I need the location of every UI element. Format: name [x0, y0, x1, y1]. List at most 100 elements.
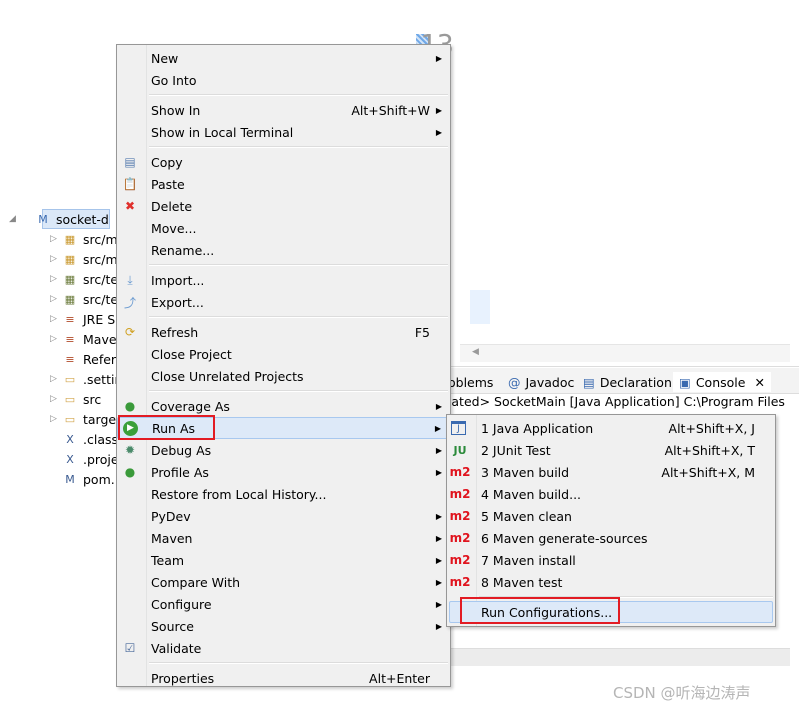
panel-status-bar [440, 648, 790, 666]
menu-item-team[interactable]: Team ▶ [117, 549, 450, 571]
submenu-item-7-maven-install[interactable]: m2 7 Maven install [447, 549, 775, 571]
scroll-left-icon[interactable]: ◀ [472, 347, 479, 357]
menu-item-refresh[interactable]: ⟳ Refresh F5 [117, 321, 450, 343]
tree-item-label: .proje [83, 451, 119, 467]
menu-item-configure[interactable]: Configure ▶ [117, 593, 450, 615]
menu-item-label: New [151, 50, 179, 66]
console-icon: ▣ [679, 374, 691, 390]
menu-item-validate[interactable]: ☑ Validate [117, 637, 450, 659]
menu-item-label: PyDev [151, 508, 191, 524]
package-folder-icon: ▦ [64, 252, 76, 266]
xml-file-icon: X [66, 452, 74, 466]
menu-item-label: Export... [151, 294, 204, 310]
tab-console[interactable]: ▣ Console ✕ [673, 372, 771, 392]
menu-item-label: Profile As [151, 464, 209, 480]
menu-item-label: Configure [151, 596, 212, 612]
m2-icon: m2 [449, 487, 471, 501]
menu-item-show-in[interactable]: Show In Alt+Shift+W ▶ [117, 99, 450, 121]
expand-arrow-icon[interactable]: ▷ [50, 234, 62, 244]
tab-oblems[interactable]: oblems [448, 372, 493, 392]
expand-arrow-icon[interactable]: ▷ [50, 274, 62, 284]
menu-item-rename[interactable]: Rename... [117, 239, 450, 261]
tree-item[interactable]: ≡ Refer [50, 349, 116, 369]
editor-scrollbar[interactable]: ◀ [460, 344, 790, 362]
expand-arrow-icon[interactable]: ▷ [50, 254, 62, 264]
tree-item[interactable]: Mpom. [50, 469, 114, 489]
menu-item-coverage-as[interactable]: ● Coverage As ▶ [117, 395, 450, 417]
tree-item[interactable]: X .proje [50, 449, 119, 469]
submenu-item-6-maven-generate-sources[interactable]: m2 6 Maven generate-sources [447, 527, 775, 549]
menu-separator [117, 91, 450, 99]
tree-item[interactable]: ▷ ▦ src/te [50, 289, 118, 309]
current-line-highlight [470, 290, 490, 324]
test-package-folder-icon: ▦ [64, 272, 76, 286]
menu-item-profile-as[interactable]: ● Profile As ▶ [117, 461, 450, 483]
menu-item-shortcut: Alt+Shift+X, T [664, 442, 755, 458]
submenu-arrow-icon: ▶ [435, 555, 442, 565]
submenu-item-8-maven-test[interactable]: m2 8 Maven test [447, 571, 775, 593]
menu-item-compare-with[interactable]: Compare With ▶ [117, 571, 450, 593]
menu-item-paste[interactable]: 📋 Paste [117, 173, 450, 195]
submenu-item-4-maven-build[interactable]: m2 4 Maven build... [447, 483, 775, 505]
menu-item-debug-as[interactable]: ✹ Debug As ▶ [117, 439, 450, 461]
expand-arrow-icon[interactable]: ◢ [9, 214, 35, 224]
tree-item[interactable]: ▷ ▦ src/m [50, 229, 118, 249]
menu-item-show-in-local-terminal[interactable]: Show in Local Terminal ▶ [117, 121, 450, 143]
menu-item-label: 3 Maven build [481, 464, 570, 480]
menu-item-label: Show in Local Terminal [151, 124, 294, 140]
submenu-item-5-maven-clean[interactable]: m2 5 Maven clean [447, 505, 775, 527]
tree-item[interactable]: ▷ ▭ src [50, 389, 101, 409]
expand-arrow-icon[interactable]: ▷ [50, 334, 62, 344]
menu-item-export[interactable]: ⤴ Export... [117, 291, 450, 313]
menu-item-shortcut: Alt+Enter [369, 670, 430, 686]
close-icon[interactable]: ✕ [754, 375, 764, 390]
expand-arrow-icon[interactable]: ▷ [50, 394, 62, 404]
tree-item[interactable]: ▷ ▭ .settir [50, 369, 120, 389]
expand-arrow-icon[interactable]: ▷ [50, 314, 62, 324]
submenu-item-3-maven-build[interactable]: m2 3 Maven build Alt+Shift+X, M [447, 461, 775, 483]
tree-item[interactable]: ▷ ▭ targe [50, 409, 116, 429]
tree-item[interactable]: ▷ ≡ JRE S [50, 309, 115, 329]
menu-item-delete[interactable]: ✖ Delete [117, 195, 450, 217]
submenu-arrow-icon: ▶ [434, 423, 441, 433]
submenu-arrow-icon: ▶ [435, 105, 442, 115]
tab-label: Javadoc [525, 374, 575, 390]
menu-separator [117, 387, 450, 395]
folder-icon: ▭ [64, 392, 76, 406]
context-menu: New ▶ Go Into Show In Alt+Shift+W ▶ Show in Lo… [116, 44, 451, 687]
package-folder-icon: ▦ [64, 232, 76, 246]
menu-item-pydev[interactable]: PyDev ▶ [117, 505, 450, 527]
submenu-item-1-java-application[interactable]: J 1 Java Application Alt+Shift+X, J [447, 417, 775, 439]
menu-item-restore-from-local-history[interactable]: Restore from Local History... [117, 483, 450, 505]
menu-item-properties[interactable]: Properties Alt+Enter [117, 667, 450, 689]
tree-item[interactable]: ▷ ≡ Mave [50, 329, 117, 349]
menu-item-copy[interactable]: ▤ Copy [117, 151, 450, 173]
menu-item-maven[interactable]: Maven ▶ [117, 527, 450, 549]
tab-declaration[interactable]: ▤ Declaration [583, 372, 672, 392]
menu-item-label: Delete [151, 198, 193, 214]
menu-item-import[interactable]: ⤓ Import... [117, 269, 450, 291]
menu-item-new[interactable]: New ▶ [117, 47, 450, 69]
tab-label: Declaration [599, 374, 672, 390]
tree-item[interactable]: ◢ Msocket-d [9, 209, 110, 229]
menu-item-go-into[interactable]: Go Into [117, 69, 450, 91]
tree-item[interactable]: X .class [50, 429, 118, 449]
tree-item-label: JRE S [83, 311, 116, 327]
submenu-item-2-junit-test[interactable]: JU 2 JUnit Test Alt+Shift+X, T [447, 439, 775, 461]
menu-item-close-project[interactable]: Close Project [117, 343, 450, 365]
export-icon: ⤴ [123, 295, 136, 310]
tree-item[interactable]: ▷ ▦ src/te [50, 269, 118, 289]
folder-icon: ▭ [64, 372, 76, 386]
menu-item-label: Import... [151, 272, 205, 288]
expand-arrow-icon[interactable]: ▷ [50, 414, 62, 424]
tree-item-label: .class [83, 431, 119, 447]
expand-arrow-icon[interactable]: ▷ [50, 294, 62, 304]
tree-item-label: targe [83, 411, 117, 427]
tree-item[interactable]: ▷ ▦ src/m [50, 249, 118, 269]
menu-item-move[interactable]: Move... [117, 217, 450, 239]
menu-item-close-unrelated-projects[interactable]: Close Unrelated Projects [117, 365, 450, 387]
tab-label: oblems [448, 374, 494, 390]
tab-javadoc[interactable]: @ Javadoc [508, 372, 574, 392]
expand-arrow-icon[interactable]: ▷ [50, 374, 62, 384]
menu-item-source[interactable]: Source ▶ [117, 615, 450, 637]
